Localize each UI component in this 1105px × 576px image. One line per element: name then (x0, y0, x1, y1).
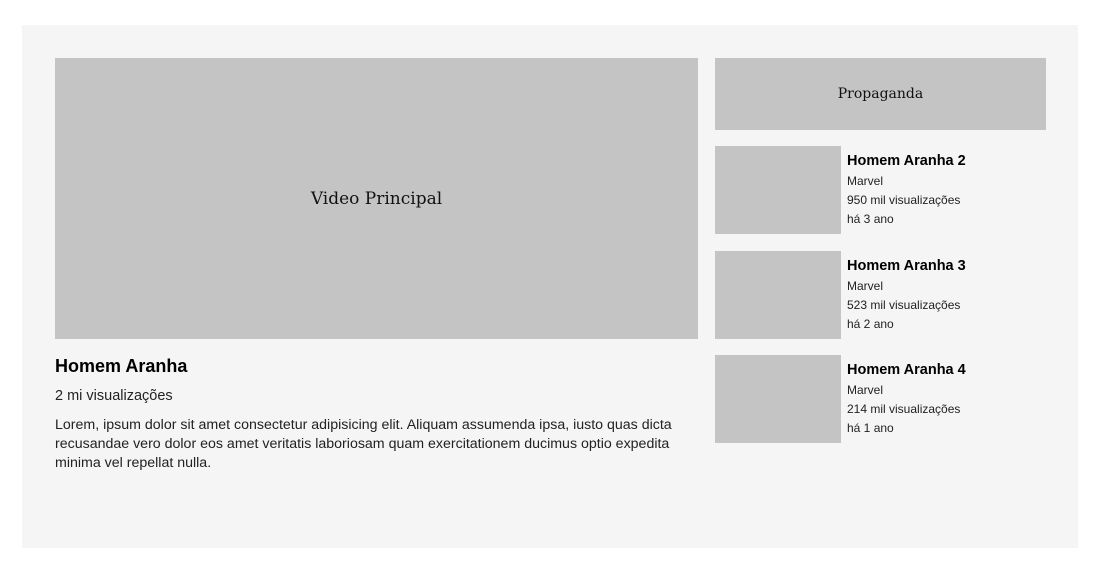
ad-banner[interactable]: Propaganda (715, 58, 1046, 130)
related-video-age: há 1 ano (847, 421, 894, 435)
related-video-info: Homem Aranha 2 Marvel 950 mil visualizaç… (847, 152, 966, 228)
related-video-title[interactable]: Homem Aranha 2 (847, 152, 966, 170)
related-video-title[interactable]: Homem Aranha 3 (847, 257, 966, 275)
related-video-thumbnail[interactable] (715, 146, 841, 234)
related-video-age: há 3 ano (847, 212, 894, 226)
related-video-views: 214 mil visualizações (847, 402, 961, 416)
related-video-info: Homem Aranha 3 Marvel 523 mil visualizaç… (847, 257, 966, 333)
main-video-title: Homem Aranha (55, 356, 188, 376)
related-video-views: 523 mil visualizações (847, 298, 961, 312)
related-video-item[interactable]: Homem Aranha 4 Marvel 214 mil visualizaç… (715, 355, 1046, 443)
related-video-thumbnail[interactable] (715, 251, 841, 339)
related-video-item[interactable]: Homem Aranha 2 Marvel 950 mil visualizaç… (715, 146, 1046, 234)
related-video-age: há 2 ano (847, 317, 894, 331)
main-video-views: 2 mi visualizações (55, 388, 173, 404)
page-container: Video Principal Homem Aranha 2 mi visual… (22, 25, 1078, 548)
related-video-channel: Marvel (847, 383, 884, 397)
main-video-description: Lorem, ipsum dolor sit amet consectetur … (55, 417, 672, 471)
related-video-title[interactable]: Homem Aranha 4 (847, 361, 966, 379)
related-video-info: Homem Aranha 4 Marvel 214 mil visualizaç… (847, 361, 966, 437)
related-video-thumbnail[interactable] (715, 355, 841, 443)
ad-label: Propaganda (837, 86, 924, 102)
main-video-info: Homem Aranha 2 mi visualizações Lorem, i… (55, 355, 698, 473)
related-video-channel: Marvel (847, 279, 884, 293)
main-video-placeholder-label: Video Principal (310, 188, 443, 209)
related-video-views: 950 mil visualizações (847, 193, 961, 207)
related-video-item[interactable]: Homem Aranha 3 Marvel 523 mil visualizaç… (715, 251, 1046, 339)
related-video-channel: Marvel (847, 174, 884, 188)
main-video-player[interactable]: Video Principal (55, 58, 698, 339)
